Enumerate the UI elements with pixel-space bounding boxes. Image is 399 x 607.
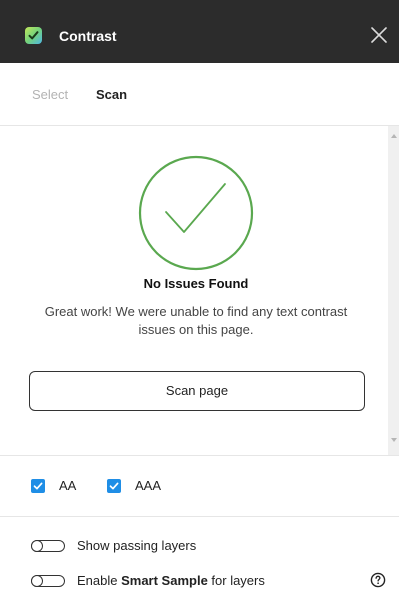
help-icon[interactable]	[370, 572, 386, 588]
toggle-knob	[30, 539, 43, 552]
close-icon[interactable]	[368, 24, 390, 46]
smart-sample-toggle[interactable]	[30, 574, 65, 587]
divider	[0, 516, 399, 517]
window-title: Contrast	[59, 28, 117, 44]
divider	[0, 455, 399, 456]
aa-checkbox[interactable]	[31, 479, 45, 493]
tab-scan[interactable]: Scan	[96, 87, 127, 103]
aa-label: AA	[59, 478, 77, 493]
smart-sample-label: Enable Smart Sample for layers	[77, 573, 265, 589]
title-bar: Contrast	[0, 0, 399, 63]
smart-sample-label-suffix: for layers	[207, 573, 265, 588]
result-heading: No Issues Found	[143, 276, 249, 291]
check-circle-icon	[138, 155, 254, 271]
smart-sample-label-bold: Smart Sample	[121, 573, 208, 588]
tab-bar: Select Scan	[0, 63, 399, 126]
toggle-knob	[30, 574, 43, 587]
tab-select[interactable]: Select	[32, 87, 68, 103]
scroll-up-arrow-icon[interactable]	[391, 134, 397, 138]
scan-page-button[interactable]: Scan page	[29, 371, 365, 411]
smart-sample-label-prefix: Enable	[77, 573, 122, 588]
contrast-plugin-icon	[25, 27, 42, 44]
show-passing-layers-label: Show passing layers	[77, 538, 197, 553]
result-description: Great work! We were unable to find any t…	[44, 304, 348, 337]
aaa-label: AAA	[135, 478, 162, 493]
show-passing-layers-toggle[interactable]	[30, 539, 65, 552]
contrast-plugin-window: Contrast Select Scan No Issues Found Gre…	[0, 0, 399, 607]
scroll-down-arrow-icon[interactable]	[391, 438, 397, 442]
aaa-checkbox[interactable]	[107, 479, 121, 493]
scrollbar[interactable]	[388, 126, 399, 455]
